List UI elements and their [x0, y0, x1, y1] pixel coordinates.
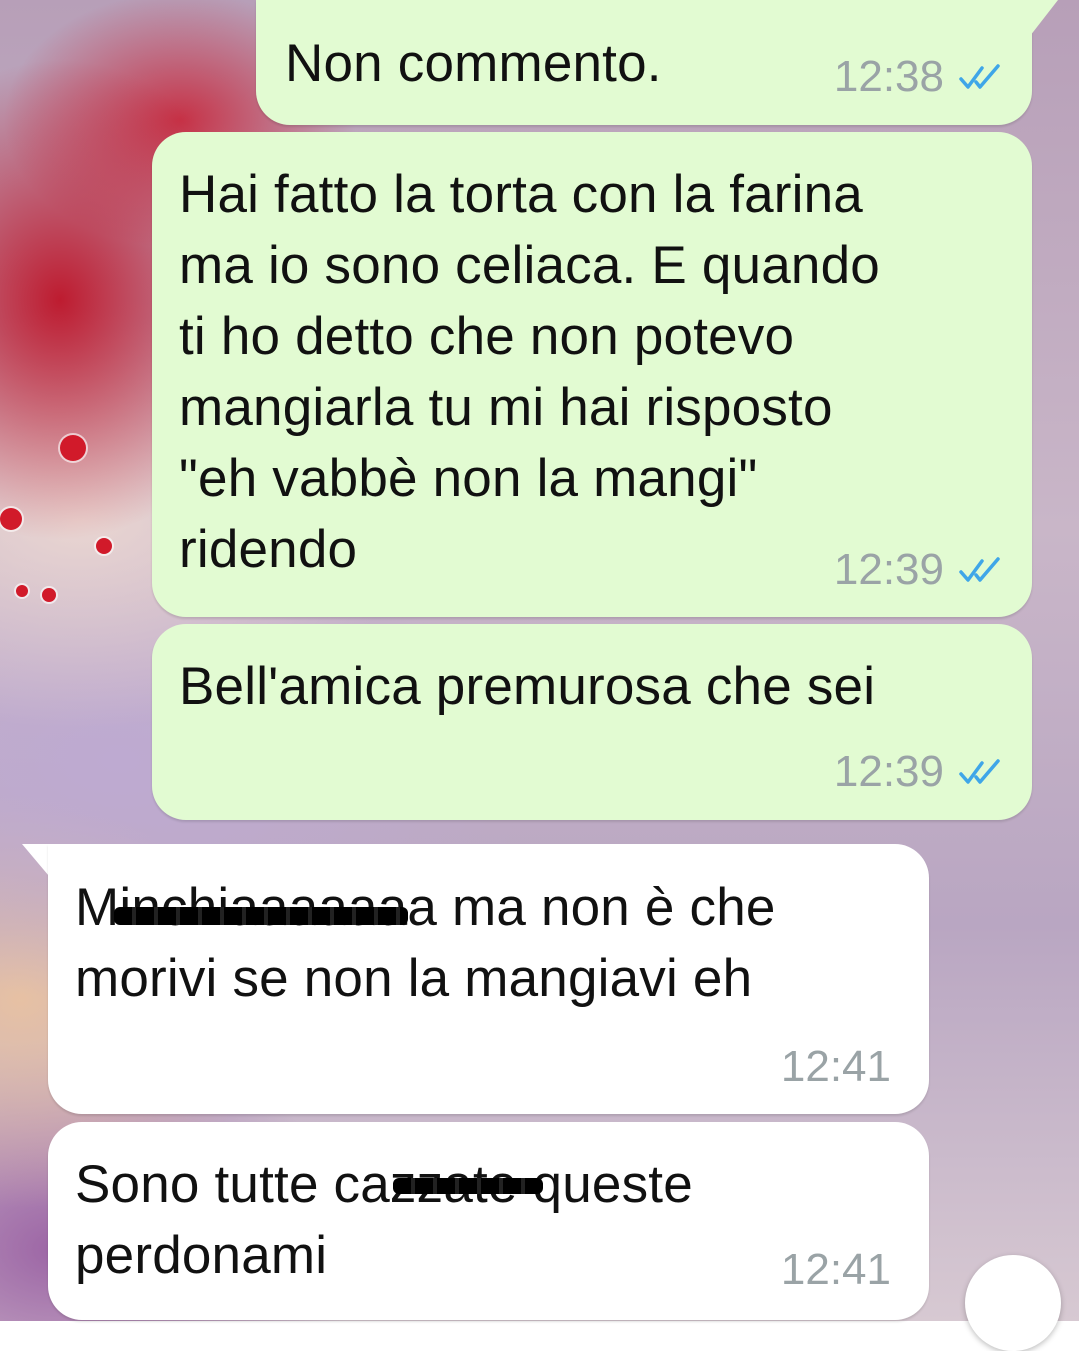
wallpaper-sprinkle [60, 435, 86, 461]
bubble-tail [1030, 0, 1060, 40]
double-check-icon [958, 62, 1004, 92]
redaction-mark [393, 1178, 543, 1194]
message-text: Hai fatto la torta con la farina ma io s… [179, 159, 880, 585]
message-meta: 12:38 [834, 52, 1004, 102]
message-time: 12:41 [781, 1245, 891, 1295]
message-text: Minchiaaaaaaa ma non è che morivi se non… [75, 872, 776, 1014]
message-meta: 12:39 [834, 545, 1004, 595]
scroll-down-icon[interactable] [965, 1255, 1061, 1351]
message-meta: 12:41 [781, 1042, 891, 1092]
redaction-mark [114, 907, 408, 925]
wallpaper-sprinkle [0, 508, 22, 530]
message-bubble-outgoing[interactable]: Bell'amica premurosa che sei 12:39 [152, 624, 1032, 820]
message-time: 12:41 [781, 1042, 891, 1092]
message-text: Non commento. [285, 28, 662, 99]
message-meta: 12:39 [834, 747, 1004, 797]
message-meta: 12:41 [781, 1245, 891, 1295]
message-time: 12:39 [834, 545, 944, 595]
wallpaper-sprinkle [96, 538, 112, 554]
message-text: Bell'amica premurosa che sei [179, 651, 875, 722]
double-check-icon [958, 555, 1004, 585]
message-bubble-outgoing[interactable]: Non commento. 12:38 [256, 0, 1032, 125]
message-time: 12:38 [834, 52, 944, 102]
message-time: 12:39 [834, 747, 944, 797]
wallpaper-sprinkle [16, 585, 28, 597]
message-bubble-incoming[interactable]: Sono tutte cazzate queste perdonami 12:4… [48, 1122, 929, 1320]
message-bubble-incoming[interactable]: Minchiaaaaaaa ma non è che morivi se non… [48, 844, 929, 1114]
message-text: Sono tutte cazzate queste perdonami [75, 1149, 693, 1291]
message-bubble-outgoing[interactable]: Hai fatto la torta con la farina ma io s… [152, 132, 1032, 617]
wallpaper-sprinkle [42, 588, 56, 602]
double-check-icon [958, 757, 1004, 787]
